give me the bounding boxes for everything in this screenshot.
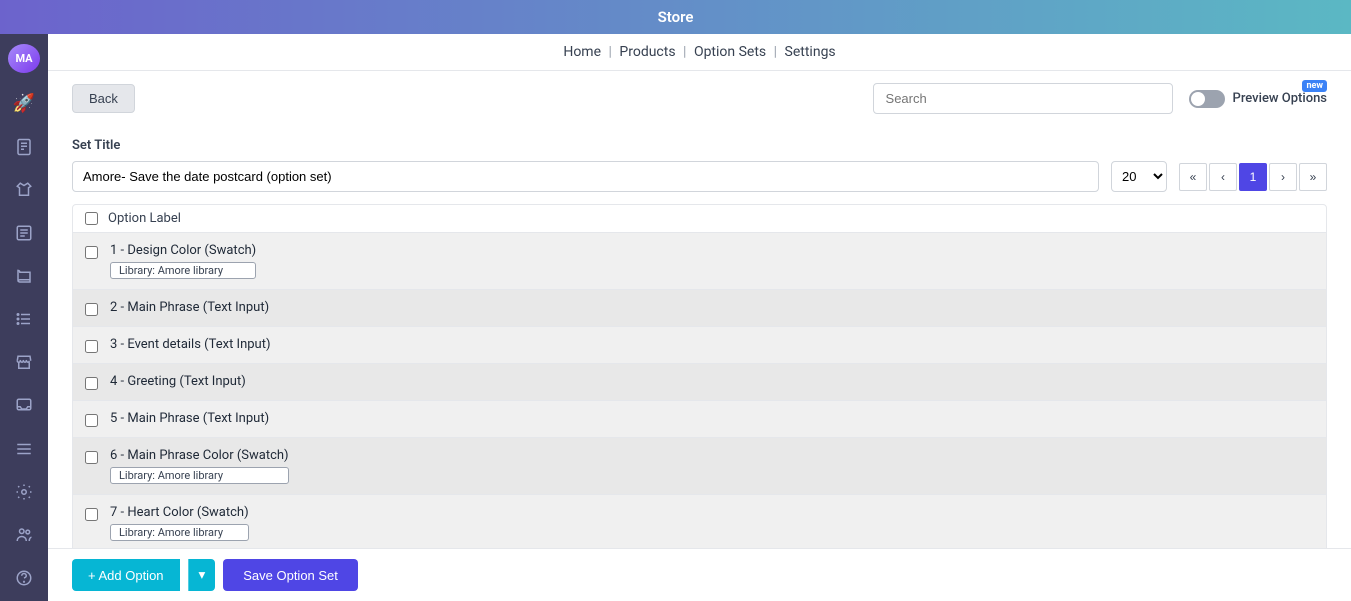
sidebar-icon-list[interactable] <box>8 307 40 332</box>
page-content: Set Title 20 50 100 « ‹ 1 › » <box>48 126 1351 548</box>
top-bar: Store <box>0 0 1351 34</box>
option-row: 1 - Design Color (Swatch) Library: Amore… <box>72 233 1327 290</box>
add-option-button[interactable]: + Add Option <box>72 559 180 591</box>
option-label-header: Option Label <box>108 211 181 226</box>
app-title: Store <box>658 8 694 26</box>
nav-settings[interactable]: Settings <box>785 44 836 60</box>
option-row-title: 6 - Main Phrase Color (Swatch) <box>110 448 289 463</box>
option-checkbox-2[interactable] <box>85 303 98 316</box>
option-checkbox-1[interactable] <box>85 246 98 259</box>
set-title-row: 20 50 100 « ‹ 1 › » <box>72 161 1327 192</box>
preview-label: Preview Options <box>1233 91 1327 106</box>
search-input[interactable] <box>873 83 1173 114</box>
pagination-prev[interactable]: ‹ <box>1209 163 1237 191</box>
option-checkbox-6[interactable] <box>85 451 98 464</box>
sidebar-icon-inbox[interactable] <box>8 393 40 418</box>
nav-bar: Home | Products | Option Sets | Settings <box>48 34 1351 71</box>
sidebar-icon-shirt[interactable] <box>8 177 40 202</box>
option-row: 6 - Main Phrase Color (Swatch) Library: … <box>72 438 1327 495</box>
library-badge: Library: Amore library <box>110 262 256 279</box>
pagination-first[interactable]: « <box>1179 163 1207 191</box>
option-row-content: 7 - Heart Color (Swatch) Library: Amore … <box>110 505 249 541</box>
option-checkbox-4[interactable] <box>85 377 98 390</box>
option-row: 3 - Event details (Text Input) <box>72 327 1327 364</box>
option-row: 2 - Main Phrase (Text Input) <box>72 290 1327 327</box>
sidebar-icon-menu[interactable] <box>8 436 40 461</box>
option-row-title: 2 - Main Phrase (Text Input) <box>110 300 269 315</box>
content-area: Home | Products | Option Sets | Settings… <box>48 34 1351 601</box>
option-row-content: 4 - Greeting (Text Input) <box>110 374 246 389</box>
library-badge: Library: Amore library <box>110 467 289 484</box>
sidebar-icon-users[interactable] <box>8 523 40 548</box>
set-title-input[interactable] <box>72 161 1099 192</box>
new-badge: new <box>1302 80 1327 92</box>
sidebar-icon-book[interactable] <box>8 264 40 289</box>
option-row-title: 5 - Main Phrase (Text Input) <box>110 411 269 426</box>
option-row-title: 7 - Heart Color (Swatch) <box>110 505 249 520</box>
option-row-title: 3 - Event details (Text Input) <box>110 337 271 352</box>
sidebar-icon-store[interactable] <box>8 350 40 375</box>
select-all-checkbox[interactable] <box>85 212 98 225</box>
option-row: 7 - Heart Color (Swatch) Library: Amore … <box>72 495 1327 548</box>
per-page-select[interactable]: 20 50 100 <box>1111 161 1167 192</box>
options-list: Option Label 1 - Design Color (Swatch) L… <box>72 204 1327 548</box>
sidebar-icon-help[interactable] <box>8 566 40 591</box>
option-checkbox-3[interactable] <box>85 340 98 353</box>
library-badge: Library: Amore library <box>110 524 249 541</box>
pagination-next[interactable]: › <box>1269 163 1297 191</box>
option-row-title: 4 - Greeting (Text Input) <box>110 374 246 389</box>
sidebar-icon-rocket[interactable]: 🚀 <box>8 91 40 116</box>
sidebar: MA 🚀 <box>0 34 48 601</box>
sidebar-icon-text[interactable] <box>8 220 40 245</box>
option-row-content: 6 - Main Phrase Color (Swatch) Library: … <box>110 448 289 484</box>
sidebar-icon-page[interactable] <box>8 134 40 159</box>
option-row-content: 2 - Main Phrase (Text Input) <box>110 300 269 315</box>
avatar[interactable]: MA <box>8 44 40 73</box>
option-checkbox-7[interactable] <box>85 508 98 521</box>
options-header: Option Label <box>72 204 1327 233</box>
pagination-current[interactable]: 1 <box>1239 163 1267 191</box>
nav-home[interactable]: Home <box>563 44 601 60</box>
preview-toggle[interactable] <box>1189 90 1225 108</box>
search-wrap <box>873 83 1173 114</box>
option-row-content: 3 - Event details (Text Input) <box>110 337 271 352</box>
option-checkbox-5[interactable] <box>85 414 98 427</box>
sidebar-icon-gear[interactable] <box>8 479 40 504</box>
nav-products[interactable]: Products <box>619 44 675 60</box>
option-row: 5 - Main Phrase (Text Input) <box>72 401 1327 438</box>
add-option-dropdown[interactable]: ▾ <box>188 559 216 591</box>
option-row-content: 1 - Design Color (Swatch) Library: Amore… <box>110 243 256 279</box>
preview-toggle-wrap: new Preview Options <box>1189 90 1327 108</box>
bottom-toolbar: + Add Option ▾ Save Option Set <box>48 548 1351 601</box>
pagination: « ‹ 1 › » <box>1179 163 1327 191</box>
toolbar: Back new Preview Options <box>48 71 1351 126</box>
back-button[interactable]: Back <box>72 84 135 113</box>
set-title-label: Set Title <box>72 138 1327 153</box>
save-option-set-button[interactable]: Save Option Set <box>223 559 358 591</box>
pagination-last[interactable]: » <box>1299 163 1327 191</box>
option-row: 4 - Greeting (Text Input) <box>72 364 1327 401</box>
option-row-title: 1 - Design Color (Swatch) <box>110 243 256 258</box>
option-row-content: 5 - Main Phrase (Text Input) <box>110 411 269 426</box>
nav-option-sets[interactable]: Option Sets <box>694 44 766 60</box>
